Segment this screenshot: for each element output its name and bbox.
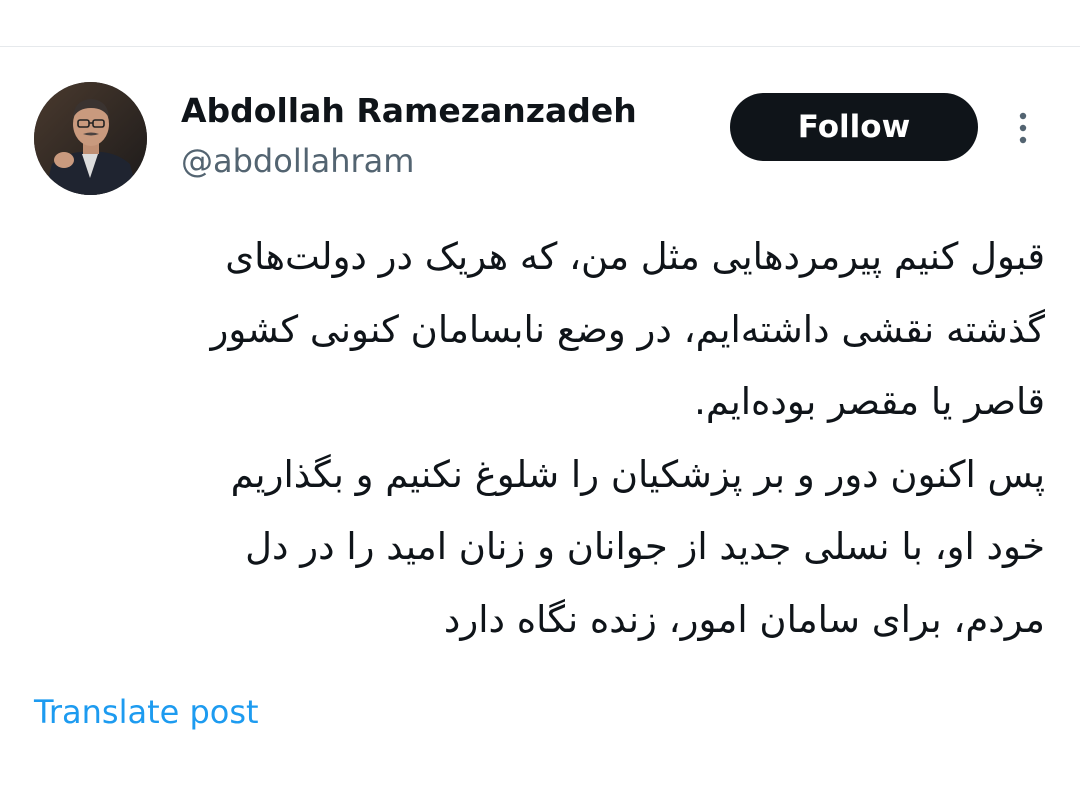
top-divider (0, 46, 1080, 47)
tweet-line: خود او، با نسلی جدید از جوانان و زنان ام… (245, 525, 1045, 568)
tweet-line: پس اکنون دور و بر پزشکیان را شلوغ نکنیم … (230, 452, 1045, 496)
author-handle[interactable]: @abdollahram (181, 140, 414, 182)
author-display-name[interactable]: Abdollah Ramezanzadeh (181, 90, 637, 132)
avatar-photo (34, 82, 147, 195)
tweet-line: قبول کنیم پیرمردهایی مثل من، که هریک در … (225, 235, 1045, 278)
translate-post-link[interactable]: Translate post (34, 690, 259, 734)
tweet-text: قبول کنیم پیرمردهایی مثل من، که هریک در … (60, 221, 1045, 656)
avatar[interactable] (34, 82, 147, 195)
tweet-line: مردم، برای سامان امور، زنده نگاه دارد (443, 597, 1045, 641)
follow-button[interactable]: Follow (730, 93, 978, 161)
more-options-button[interactable] (1008, 106, 1038, 150)
tweet-line: قاصر یا مقصر بوده‌ایم. (694, 380, 1045, 423)
more-vertical-icon (1019, 112, 1027, 144)
tweet-line: گذشته نقشی داشته‌ایم، در وضع نابسامان کن… (210, 307, 1045, 351)
